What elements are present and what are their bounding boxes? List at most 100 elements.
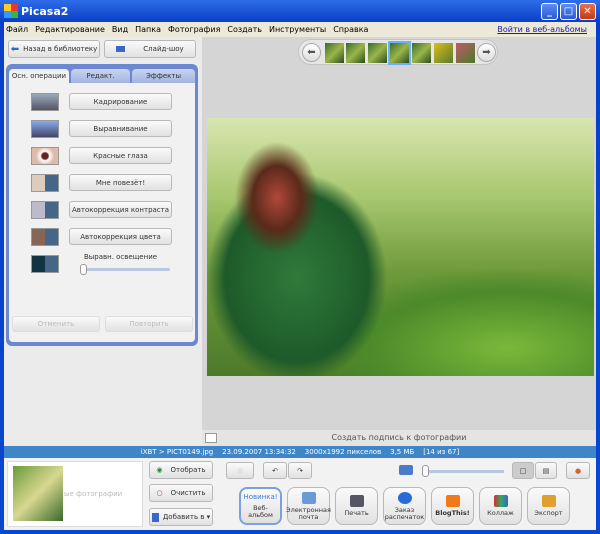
window-title: Picasa2	[21, 4, 69, 18]
tray-label: ые фотографии	[64, 490, 123, 498]
filmstrip-thumb[interactable]	[325, 43, 344, 63]
add-to-button[interactable]: Добавить в ▾	[149, 508, 213, 526]
export-label: Экспорт	[534, 509, 563, 517]
title-bar: Picasa2 _ □ ✕	[0, 0, 600, 22]
status-path: iXBT > PICT0149.jpg	[140, 448, 214, 456]
web-album-button[interactable]: Новинка! Веб-альбом	[239, 487, 282, 525]
zoom-slider[interactable]	[422, 465, 504, 477]
split-view-button[interactable]: ▤	[535, 462, 557, 479]
caption-bar[interactable]: Создать подпись к фотографии	[202, 430, 596, 446]
filmstrip-thumb[interactable]	[346, 43, 365, 63]
filmstrip-thumb[interactable]	[456, 43, 475, 63]
export-folder-icon	[541, 495, 556, 507]
filmstrip-thumb-selected[interactable]	[388, 41, 411, 65]
star-button[interactable]: ☆	[226, 462, 254, 479]
edit-panel: ⬅ Назад в библиотеку Слайд-шоу Осн. опера…	[4, 37, 202, 447]
filmstrip-thumb[interactable]	[434, 43, 453, 63]
filmstrip: ⬅ ➡	[298, 39, 498, 65]
blogger-icon	[445, 495, 460, 507]
menu-view[interactable]: Вид	[112, 25, 128, 34]
sign-in-web-albums-link[interactable]: Войти в веб-альбомы	[497, 25, 587, 34]
previous-photo-button[interactable]: ⬅	[302, 43, 321, 62]
menu-tools[interactable]: Инструменты	[269, 25, 326, 34]
back-to-library-button[interactable]: ⬅ Назад в библиотеку	[8, 40, 100, 58]
red-eye-thumb-icon	[31, 147, 59, 165]
main-photo	[207, 118, 594, 376]
slideshow-button[interactable]: Слайд-шоу	[104, 40, 196, 58]
collage-icon	[493, 495, 508, 507]
slideshow-icon	[116, 46, 126, 52]
menu-picture[interactable]: Фотография	[168, 25, 220, 34]
picasa-window: Picasa2 _ □ ✕ Файл Редактирование Вид Па…	[0, 0, 600, 534]
tab-tuning[interactable]: Редакт.	[71, 69, 130, 84]
menu-file[interactable]: Файл	[6, 25, 28, 34]
rotate-left-button[interactable]: ↶	[263, 462, 287, 479]
menu-folder[interactable]: Папка	[135, 25, 161, 34]
photo-tray: ые фотографии ◉ Отобрать ○ Очистить Добави…	[4, 458, 596, 530]
tab-effects[interactable]: Эффекты	[132, 69, 195, 84]
status-date: 23.09.2007 13:34:32	[222, 448, 296, 456]
auto-contrast-thumb-icon	[31, 201, 59, 219]
tray-area: ые фотографии	[7, 461, 143, 527]
photo-viewer: ⬅ ➡	[202, 37, 596, 430]
fill-light-label: Выравн. освещение	[83, 253, 158, 261]
printer-icon	[349, 495, 364, 507]
red-eye-button[interactable]: Красные глаза	[69, 147, 172, 164]
crop-thumb-icon	[31, 93, 59, 111]
feeling-lucky-button[interactable]: Мне повезёт!	[69, 174, 172, 191]
fill-light-thumb-icon	[31, 255, 59, 273]
straighten-button[interactable]: Выравнивание	[69, 120, 172, 137]
add-to-label: Добавить в ▾	[162, 513, 211, 521]
picasa-logo-icon	[4, 4, 18, 18]
auto-color-button[interactable]: Автокоррекция цвета	[69, 228, 172, 245]
email-button[interactable]: Электронная почта	[286, 487, 331, 525]
clear-label: Очистить	[170, 489, 206, 497]
menu-bar: Файл Редактирование Вид Папка Фотография…	[4, 22, 596, 37]
clear-button[interactable]: ○ Очистить	[149, 484, 213, 502]
minimize-button[interactable]: _	[541, 3, 558, 20]
status-dimensions: 3000x1992	[304, 448, 345, 456]
hold-label: Отобрать	[170, 466, 206, 474]
status-size: 3,5 МБ	[390, 448, 415, 456]
maximize-button[interactable]: □	[560, 3, 577, 20]
close-button[interactable]: ✕	[579, 3, 596, 20]
feeling-lucky-thumb-icon	[31, 174, 59, 192]
undo-button[interactable]: Отменить	[12, 316, 100, 332]
blogthis-button[interactable]: BlogThis!	[431, 487, 474, 525]
menu-help[interactable]: Справка	[333, 25, 368, 34]
back-label: Назад в библиотеку	[23, 45, 98, 53]
color-tools-button[interactable]: ●	[566, 462, 590, 479]
fill-light-slider[interactable]	[80, 264, 170, 275]
redo-button[interactable]: Повторить	[105, 316, 193, 332]
straighten-thumb-icon	[31, 120, 59, 138]
menu-edit[interactable]: Редактирование	[35, 25, 105, 34]
next-photo-button[interactable]: ➡	[477, 43, 496, 62]
filmstrip-thumb[interactable]	[368, 43, 387, 63]
print-label: Печать	[344, 509, 369, 517]
caption-icon	[205, 433, 217, 443]
album-icon	[151, 512, 159, 522]
fill-light-slider-thumb[interactable]	[80, 264, 87, 275]
print-button[interactable]: Печать	[335, 487, 378, 525]
email-icon	[301, 491, 316, 504]
order-prints-button[interactable]: Заказ распечаток	[383, 487, 426, 525]
slideshow-label: Слайд-шоу	[143, 45, 184, 53]
zoom-slider-thumb[interactable]	[422, 465, 429, 477]
menu-create[interactable]: Создать	[227, 25, 262, 34]
single-view-button[interactable]: □	[512, 462, 534, 479]
caption-placeholder[interactable]: Создать подпись к фотографии	[332, 433, 467, 442]
collage-button[interactable]: Коллаж	[479, 487, 522, 525]
crop-button[interactable]: Кадрирование	[69, 93, 172, 110]
hold-button[interactable]: ◉ Отобрать	[149, 461, 213, 479]
arrow-left-icon: ⬅	[10, 43, 20, 55]
filmstrip-thumb[interactable]	[412, 43, 431, 63]
auto-contrast-button[interactable]: Автокоррекция контраста	[69, 201, 172, 218]
rotate-right-button[interactable]: ↷	[288, 462, 312, 479]
tray-thumb[interactable]	[13, 466, 63, 521]
red-circle-icon: ○	[156, 489, 163, 497]
green-dot-icon: ◉	[156, 466, 163, 474]
export-button[interactable]: Экспорт	[527, 487, 570, 525]
new-badge: Новинка!	[243, 492, 278, 501]
email-label: Электронная почта	[286, 505, 331, 521]
auto-color-thumb-icon	[31, 228, 59, 246]
